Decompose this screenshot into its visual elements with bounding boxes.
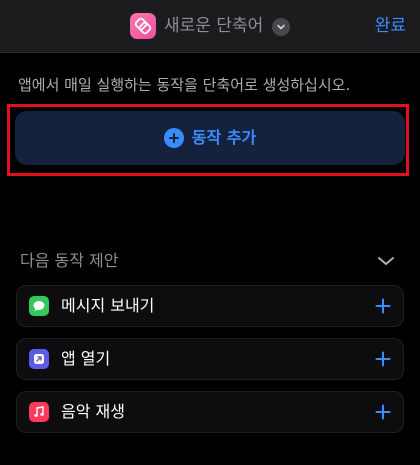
add-action-button[interactable]: 동작 추가 (15, 111, 405, 165)
suggestion-play-music[interactable]: 음악 재생 (16, 391, 404, 433)
shortcut-title[interactable]: 새로운 단축어 (164, 14, 263, 38)
plus-icon[interactable] (373, 296, 393, 316)
header: 새로운 단축어 완료 (0, 0, 420, 53)
shortcuts-icon[interactable] (130, 13, 156, 39)
suggestion-label: 메시지 보내기 (61, 296, 155, 315)
plus-circle-icon (163, 128, 184, 148)
chevron-down-icon[interactable] (376, 253, 396, 269)
messages-icon (29, 296, 49, 316)
suggestions-title: 다음 동작 제안 (20, 251, 119, 270)
add-action-label: 동작 추가 (191, 128, 257, 147)
music-icon (29, 402, 49, 422)
plus-icon[interactable] (373, 402, 393, 422)
suggestion-open-app[interactable]: 앱 열기 (16, 338, 404, 380)
done-button[interactable]: 완료 (375, 14, 406, 38)
suggestion-send-message[interactable]: 메시지 보내기 (16, 285, 404, 327)
description-text: 앱에서 매일 실행하는 동작을 단축어로 생성하십시오. (18, 76, 351, 94)
suggestion-label: 앱 열기 (61, 349, 111, 368)
open-app-icon (29, 349, 49, 369)
plus-icon[interactable] (373, 349, 393, 369)
chevron-down-icon[interactable] (272, 18, 290, 36)
shortcut-editor: 새로운 단축어 완료 앱에서 매일 실행하는 동작을 단축어로 생성하십시오. … (0, 0, 420, 465)
suggestion-label: 음악 재생 (61, 402, 125, 421)
